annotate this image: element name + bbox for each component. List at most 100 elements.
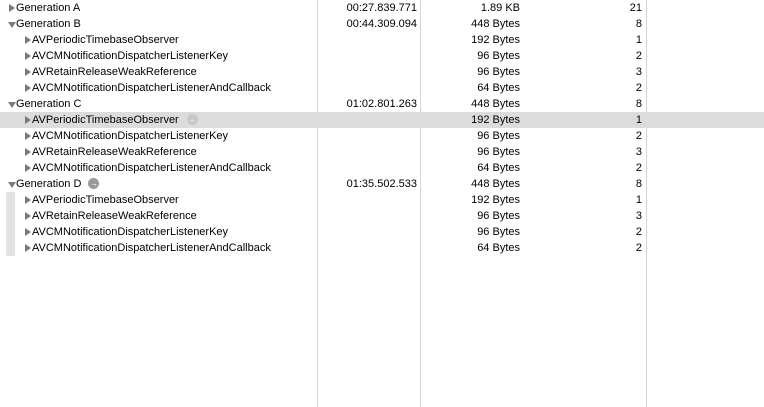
disclosure-triangle-right-icon[interactable] <box>24 224 32 240</box>
name-cell: AVCMNotificationDispatcherListenerKey <box>0 48 316 64</box>
generation-row[interactable]: Generation B 00:44.309.094 448 Bytes 8 <box>0 16 764 32</box>
disclosure-triangle-right-icon[interactable] <box>24 144 32 160</box>
disclosure-triangle-right-icon[interactable] <box>8 0 16 16</box>
count-cell: 3 <box>635 66 642 78</box>
size-cell: 192 Bytes <box>471 194 520 206</box>
name-cell: AVCMNotificationDispatcherListenerAndCal… <box>0 160 316 176</box>
size-cell: 64 Bytes <box>477 82 520 94</box>
outline-rows: Generation A 00:27.839.771 1.89 KB 21 Genera… <box>0 0 764 256</box>
allocation-row[interactable]: AVCMNotificationDispatcherListenerKey 96 … <box>0 48 764 64</box>
size-cell: 1.89 KB <box>480 2 520 14</box>
name-cell: AVCMNotificationDispatcherListenerKey <box>0 128 316 144</box>
disclosure-triangle-right-icon[interactable] <box>24 80 32 96</box>
count-cell: 3 <box>635 146 642 158</box>
disclosure-triangle-down-icon[interactable] <box>8 96 16 112</box>
generation-row[interactable]: Generation C 01:02.801.263 448 Bytes 8 <box>0 96 764 112</box>
count-cell: 21 <box>629 2 642 14</box>
class-name: AVCMNotificationDispatcherListenerKey <box>32 50 229 62</box>
go-to-arrow-icon[interactable]: → <box>88 178 100 189</box>
name-cell: AVCMNotificationDispatcherListenerAndCal… <box>0 80 316 96</box>
disclosure-triangle-right-icon[interactable] <box>24 208 32 224</box>
class-name: AVRetainReleaseWeakReference <box>32 66 197 78</box>
disclosure-triangle-right-icon[interactable] <box>24 192 32 208</box>
disclosure-triangle-right-icon[interactable] <box>24 32 32 48</box>
count-cell: 2 <box>635 242 642 254</box>
size-cell: 96 Bytes <box>477 66 520 78</box>
disclosure-triangle-right-icon[interactable] <box>24 128 32 144</box>
count-cell: 2 <box>635 50 642 62</box>
allocation-row[interactable]: AVCMNotificationDispatcherListenerAndCal… <box>0 240 764 256</box>
allocation-row[interactable]: AVPeriodicTimebaseObserver 192 Bytes 1 <box>0 192 764 208</box>
generation-name: Generation C <box>16 98 82 110</box>
count-cell: 8 <box>635 178 642 190</box>
timestamp-cell: 00:27.839.771 <box>346 2 417 14</box>
disclosure-triangle-right-icon[interactable] <box>24 64 32 80</box>
disclosure-triangle-right-icon[interactable] <box>24 240 32 256</box>
class-name: AVCMNotificationDispatcherListenerAndCal… <box>32 162 271 174</box>
allocation-row[interactable]: AVRetainReleaseWeakReference 96 Bytes 3 <box>0 64 764 80</box>
allocation-row[interactable]: AVCMNotificationDispatcherListenerKey 96 … <box>0 128 764 144</box>
disclosure-triangle-down-icon[interactable] <box>8 176 16 192</box>
count-cell: 2 <box>635 130 642 142</box>
size-cell: 96 Bytes <box>477 226 520 238</box>
size-cell: 448 Bytes <box>471 98 520 110</box>
size-cell: 96 Bytes <box>477 146 520 158</box>
generation-name: Generation D <box>16 178 82 190</box>
size-cell: 96 Bytes <box>477 50 520 62</box>
class-name: AVCMNotificationDispatcherListenerAndCal… <box>32 82 271 94</box>
allocation-row[interactable]: AVCMNotificationDispatcherListenerAndCal… <box>0 80 764 96</box>
allocation-row[interactable]: AVPeriodicTimebaseObserver → 192 Bytes 1 <box>0 112 764 128</box>
size-cell: 64 Bytes <box>477 162 520 174</box>
size-cell: 64 Bytes <box>477 242 520 254</box>
count-cell: 2 <box>635 226 642 238</box>
class-name: AVPeriodicTimebaseObserver <box>32 194 179 206</box>
name-cell: AVPeriodicTimebaseObserver <box>0 32 316 48</box>
name-cell: AVRetainReleaseWeakReference <box>0 208 316 224</box>
name-cell: AVRetainReleaseWeakReference <box>0 144 316 160</box>
timestamp-cell: 00:44.309.094 <box>346 18 417 30</box>
class-name: AVPeriodicTimebaseObserver <box>32 114 179 126</box>
allocation-row[interactable]: AVCMNotificationDispatcherListenerAndCal… <box>0 160 764 176</box>
timestamp-cell: 01:35.502.533 <box>346 178 417 190</box>
count-cell: 2 <box>635 162 642 174</box>
name-cell: AVRetainReleaseWeakReference <box>0 64 316 80</box>
generation-row[interactable]: Generation A 00:27.839.771 1.89 KB 21 <box>0 0 764 16</box>
class-name: AVPeriodicTimebaseObserver <box>32 34 179 46</box>
count-cell: 1 <box>635 194 642 206</box>
count-cell: 1 <box>635 114 642 126</box>
count-cell: 3 <box>635 210 642 222</box>
size-cell: 96 Bytes <box>477 130 520 142</box>
allocation-row[interactable]: AVPeriodicTimebaseObserver 192 Bytes 1 <box>0 32 764 48</box>
count-cell: 8 <box>635 18 642 30</box>
timestamp-cell: 01:02.801.263 <box>346 98 417 110</box>
generation-row[interactable]: Generation D → 01:35.502.533 448 Bytes 8 <box>0 176 764 192</box>
name-cell: AVPeriodicTimebaseObserver → <box>0 112 316 128</box>
allocation-row[interactable]: AVCMNotificationDispatcherListenerKey 96 … <box>0 224 764 240</box>
generation-name: Generation A <box>16 2 81 14</box>
allocation-row[interactable]: AVRetainReleaseWeakReference 96 Bytes 3 <box>0 144 764 160</box>
disclosure-triangle-down-icon[interactable] <box>8 16 16 32</box>
class-name: AVCMNotificationDispatcherListenerKey <box>32 130 229 142</box>
allocations-generations-table: Generation A 00:27.839.771 1.89 KB 21 Genera… <box>0 0 764 407</box>
generation-name: Generation B <box>16 18 81 30</box>
disclosure-triangle-right-icon[interactable] <box>24 112 32 128</box>
count-cell: 8 <box>635 98 642 110</box>
size-cell: 448 Bytes <box>471 178 520 190</box>
name-cell: AVCMNotificationDispatcherListenerAndCal… <box>0 240 316 256</box>
class-name: AVRetainReleaseWeakReference <box>32 146 197 158</box>
name-cell: Generation D → <box>0 176 316 192</box>
name-cell: Generation A <box>0 0 316 16</box>
class-name: AVCMNotificationDispatcherListenerKey <box>32 226 229 238</box>
size-cell: 96 Bytes <box>477 210 520 222</box>
size-cell: 192 Bytes <box>471 114 520 126</box>
disclosure-triangle-right-icon[interactable] <box>24 160 32 176</box>
name-cell: Generation C <box>0 96 316 112</box>
name-cell: Generation B <box>0 16 316 32</box>
count-cell: 1 <box>635 34 642 46</box>
go-to-arrow-icon[interactable]: → <box>186 114 198 125</box>
allocation-row[interactable]: AVRetainReleaseWeakReference 96 Bytes 3 <box>0 208 764 224</box>
disclosure-triangle-right-icon[interactable] <box>24 48 32 64</box>
class-name: AVRetainReleaseWeakReference <box>32 210 197 222</box>
name-cell: AVCMNotificationDispatcherListenerKey <box>0 224 316 240</box>
name-cell: AVPeriodicTimebaseObserver <box>0 192 316 208</box>
